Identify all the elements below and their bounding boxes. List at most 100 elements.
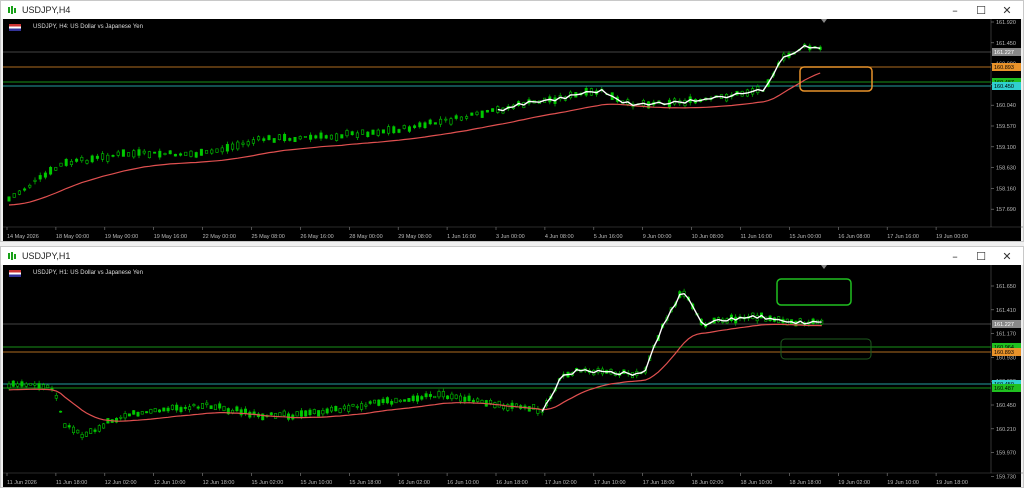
candle-body bbox=[366, 131, 370, 137]
candle-body bbox=[43, 172, 47, 178]
maximize-icon[interactable]: ☐ bbox=[969, 1, 993, 19]
candle-body bbox=[28, 383, 32, 386]
candle-body bbox=[312, 409, 316, 414]
chart-canvas-h4[interactable]: 161.920161.450160.980160.510160.040159.5… bbox=[3, 19, 1023, 241]
close-icon[interactable]: ✕ bbox=[995, 247, 1019, 265]
candle-body bbox=[262, 138, 266, 141]
time-label: 18 May 00:00 bbox=[56, 234, 89, 240]
candle-body bbox=[407, 126, 411, 132]
chart-window-h4[interactable]: USDJPY,H4 – ☐ ✕ 161.920161.450160.980160… bbox=[0, 0, 1024, 242]
chart-window-icon bbox=[6, 5, 18, 15]
candle-body bbox=[20, 381, 24, 387]
candle-body bbox=[418, 122, 422, 128]
price-label: 160.930 bbox=[996, 355, 1016, 361]
price-label: 157.690 bbox=[996, 207, 1016, 213]
candle-body bbox=[192, 404, 196, 407]
candle-body bbox=[102, 423, 106, 429]
bid-price-line-tag-text: 161.227 bbox=[994, 50, 1014, 56]
candle-body bbox=[364, 404, 368, 407]
time-label: 12 Jun 02:00 bbox=[105, 480, 137, 486]
candle-body bbox=[467, 395, 471, 402]
candle-body bbox=[345, 130, 349, 137]
candle-body bbox=[465, 116, 469, 119]
close-icon[interactable]: ✕ bbox=[995, 1, 1019, 19]
cyan-level-line-tag-text: 160.450 bbox=[994, 84, 1014, 90]
chart-canvas-h1[interactable]: 161.650161.410161.170160.930160.690160.4… bbox=[3, 265, 1023, 487]
candle-body bbox=[368, 401, 372, 404]
orange-level-line-tag-text: 160.893 bbox=[994, 350, 1014, 356]
candle-body bbox=[179, 407, 183, 413]
candle-body bbox=[355, 132, 359, 138]
candle-body bbox=[12, 193, 16, 198]
time-label: 12 Jun 10:00 bbox=[154, 480, 186, 486]
price-chart-h4[interactable]: 161.920161.450160.980160.510160.040159.5… bbox=[3, 19, 1023, 241]
chart-window-icon bbox=[6, 251, 18, 261]
price-label: 158.630 bbox=[996, 166, 1016, 172]
candle-body bbox=[377, 399, 381, 406]
dark-green-zone-box bbox=[780, 338, 872, 360]
candle-body bbox=[324, 135, 328, 139]
candle-body bbox=[72, 426, 76, 433]
price-chart-h1[interactable]: 161.650161.410161.170160.930160.690160.4… bbox=[3, 265, 1023, 487]
candle-body bbox=[166, 407, 170, 412]
green-zone-box bbox=[776, 278, 852, 306]
candle-body bbox=[163, 153, 167, 155]
window-titlebar-h1[interactable]: USDJPY,H1 – ☐ ✕ bbox=[1, 247, 1023, 265]
candle-body bbox=[329, 406, 333, 412]
candle-body bbox=[142, 150, 146, 154]
candle-body bbox=[231, 143, 235, 150]
time-label: 11 Jun 16:00 bbox=[741, 234, 772, 240]
candle-body bbox=[355, 406, 359, 408]
candle-body bbox=[283, 133, 287, 142]
window-titlebar-h4[interactable]: USDJPY,H4 – ☐ ✕ bbox=[1, 1, 1023, 19]
candle-body bbox=[239, 409, 243, 416]
candle-body bbox=[123, 413, 127, 419]
candle-body bbox=[153, 408, 157, 413]
candle-body bbox=[398, 399, 402, 402]
candle-body bbox=[50, 388, 54, 390]
chart-window-h1[interactable]: USDJPY,H1 – ☐ ✕ 161.650 161.410 161.170 160… bbox=[0, 246, 1024, 488]
candle-body bbox=[433, 395, 437, 399]
candle-body bbox=[54, 167, 58, 171]
candle-body bbox=[491, 108, 495, 112]
time-label: 19 Jun 10:00 bbox=[887, 480, 919, 486]
candle-body bbox=[392, 126, 396, 134]
time-label: 28 May 00:00 bbox=[349, 234, 382, 240]
candle-body bbox=[361, 129, 365, 135]
chart-shift-marker bbox=[821, 265, 827, 269]
time-label: 19 May 00:00 bbox=[105, 234, 138, 240]
candle-body bbox=[394, 397, 398, 404]
candle-body bbox=[480, 400, 484, 404]
moving-average-line bbox=[8, 323, 822, 422]
price-overlay-line bbox=[541, 292, 822, 412]
candle-body bbox=[347, 405, 351, 412]
minimize-icon[interactable]: – bbox=[943, 1, 967, 19]
candle-body bbox=[282, 410, 286, 417]
candle-body bbox=[476, 398, 480, 402]
candle-body bbox=[59, 162, 63, 167]
moving-average-line bbox=[8, 72, 821, 206]
candle-body bbox=[218, 403, 222, 409]
minimize-icon[interactable]: – bbox=[943, 247, 967, 265]
candle-body bbox=[463, 396, 467, 402]
price-label: 160.210 bbox=[996, 427, 1016, 433]
candle-body bbox=[209, 405, 213, 409]
candle-body bbox=[235, 406, 239, 412]
candle-body bbox=[423, 122, 427, 129]
candle-body bbox=[439, 118, 443, 125]
candle-body bbox=[63, 423, 67, 429]
candle-body bbox=[376, 129, 380, 136]
candle-body bbox=[454, 394, 458, 399]
candle-body bbox=[246, 141, 250, 146]
candle-body bbox=[80, 157, 84, 162]
candle-body bbox=[220, 147, 224, 153]
candle-body bbox=[257, 136, 261, 141]
time-label: 19 Jun 18:00 bbox=[936, 480, 968, 486]
time-label: 17 Jun 10:00 bbox=[594, 480, 626, 486]
candle-body bbox=[293, 137, 297, 143]
time-label: 29 May 08:00 bbox=[398, 234, 431, 240]
maximize-icon[interactable]: ☐ bbox=[969, 247, 993, 265]
candle-body bbox=[7, 196, 11, 202]
candle-body bbox=[381, 129, 385, 134]
candle-body bbox=[428, 119, 432, 125]
